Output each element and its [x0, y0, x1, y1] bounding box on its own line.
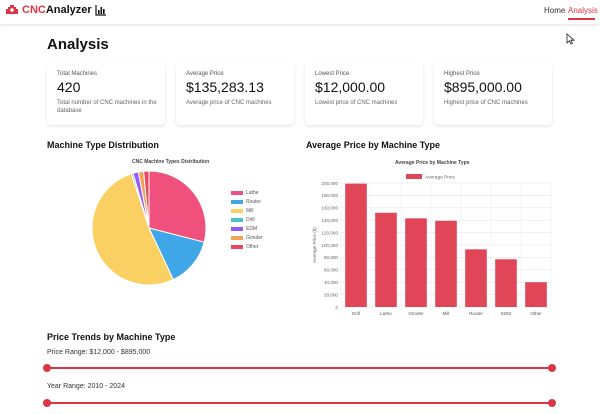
- legend-swatch: [406, 174, 422, 179]
- price-range-label: Price Range: $12,000 - $895,000: [47, 349, 151, 356]
- y-tick-label: 20,000: [324, 292, 338, 297]
- y-tick-label: 80,000: [324, 255, 338, 260]
- stat-description: Lowest price of CNC machines: [315, 100, 398, 106]
- bar-grinder[interactable]: [405, 218, 427, 307]
- x-tick-label: Lathe: [380, 311, 392, 316]
- legend-label: Router: [246, 199, 262, 205]
- stat-description: Average price of CNC machines: [186, 100, 272, 106]
- cnc-logo-icon: [6, 5, 18, 14]
- active-nav-indicator: [568, 18, 595, 20]
- legend-item-router[interactable]: Router: [231, 199, 261, 205]
- mouse-cursor-icon: [566, 33, 575, 45]
- y-axis-label: Average Price ($): [312, 227, 317, 263]
- year-range-label: Year Range: 2010 - 2024: [47, 383, 125, 390]
- year-range-min-handle[interactable]: [43, 399, 51, 407]
- y-tick-label: 180,000: [321, 193, 338, 198]
- section-title-price-trends: Price Trends by Machine Type: [47, 332, 176, 342]
- page-title: Analysis: [47, 36, 109, 53]
- bar-router[interactable]: [465, 249, 487, 307]
- legend-item-mill[interactable]: Mill: [231, 208, 254, 214]
- y-tick-label: 0: [335, 305, 338, 310]
- legend-swatch: [231, 236, 243, 240]
- stat-value: $895,000.00: [444, 79, 522, 95]
- legend-label: Grinder: [246, 235, 263, 241]
- legend-label: Average Price: [425, 175, 455, 181]
- bar-chart-icon: [95, 4, 106, 16]
- legend-label: Other: [246, 244, 259, 250]
- legend-swatch: [231, 191, 243, 195]
- brand[interactable]: CNCAnalyzer: [5, 4, 107, 16]
- legend-label: Mill: [246, 208, 254, 214]
- stat-value: $12,000.00: [315, 79, 386, 95]
- legend-label: Lathe: [246, 190, 259, 196]
- section-title-average-price: Average Price by Machine Type: [306, 140, 441, 150]
- stat-label: Average Price: [186, 71, 224, 77]
- legend-swatch: [231, 209, 243, 213]
- navbar: CNCAnalyzer Home Analysis: [0, 0, 600, 24]
- x-tick-label: Router: [469, 311, 483, 316]
- y-tick-label: 140,000: [321, 218, 338, 223]
- legend-item-grinder[interactable]: Grinder: [231, 235, 263, 241]
- price-range-min-handle[interactable]: [43, 364, 51, 372]
- stat-description: Highest price of CNC machines: [444, 100, 528, 106]
- bar-drill[interactable]: [345, 183, 367, 307]
- bar-chart[interactable]: 0 20,000 40,000 60,000 80,000 100,000 120,000 1…: [306, 166, 556, 322]
- y-tick-label: 200,000: [321, 181, 338, 186]
- bar-other[interactable]: [525, 282, 547, 307]
- price-range-max-handle[interactable]: [548, 364, 556, 372]
- legend-label: Drill: [246, 217, 255, 223]
- section-title-type-distribution: Machine Type Distribution: [47, 140, 159, 150]
- year-range-slider[interactable]: [47, 402, 552, 404]
- x-tick-label: Grinder: [408, 311, 424, 316]
- x-tick-label: Mill: [443, 311, 450, 316]
- x-tick-label: Drill: [352, 311, 360, 316]
- stat-card-highest-price: Highest Price $895,000.00 Highest price …: [434, 63, 552, 125]
- stat-description: Total number of CNC machines in the data…: [57, 100, 157, 114]
- x-tick-label: EDM: [501, 311, 511, 316]
- x-tick-label: Other: [530, 311, 542, 316]
- brand-name: CNCAnalyzer: [22, 4, 92, 16]
- legend-swatch: [231, 245, 243, 249]
- legend-swatch: [231, 200, 243, 204]
- stat-card-average-price: Average Price $135,283.13 Average price …: [176, 63, 294, 125]
- stat-value: 420: [57, 79, 81, 95]
- y-tick-label: 60,000: [324, 268, 338, 273]
- bar-mill[interactable]: [435, 220, 457, 307]
- stat-label: Lowest Price: [315, 71, 350, 77]
- nav-link-home[interactable]: Home: [544, 6, 565, 15]
- pie-chart-title: CNC Machine Types Distribution: [132, 159, 210, 165]
- price-range-slider[interactable]: [47, 367, 552, 369]
- legend-item-lathe[interactable]: Lathe: [231, 190, 259, 196]
- legend-item-drill[interactable]: Drill: [231, 217, 255, 223]
- y-tick-label: 120,000: [321, 230, 338, 235]
- legend-item-other[interactable]: Other: [231, 244, 259, 250]
- year-range-max-handle[interactable]: [548, 399, 556, 407]
- stat-label: Highest Price: [444, 71, 480, 77]
- y-tick-label: 160,000: [321, 206, 338, 211]
- y-tick-label: 40,000: [324, 280, 338, 285]
- pie-chart[interactable]: [90, 168, 210, 288]
- bar-lathe[interactable]: [375, 212, 397, 307]
- stat-card-lowest-price: Lowest Price $12,000.00 Lowest price of …: [305, 63, 423, 125]
- legend-item-edm[interactable]: EDM: [231, 226, 257, 232]
- stat-value: $135,283.13: [186, 79, 264, 95]
- nav-link-analysis[interactable]: Analysis: [568, 6, 598, 15]
- stat-card-total-machines: Total Machines 420 Total number of CNC m…: [47, 63, 165, 125]
- y-tick-label: 100,000: [321, 243, 338, 248]
- legend-swatch: [231, 227, 243, 231]
- legend-label: EDM: [246, 226, 258, 232]
- legend-swatch: [231, 218, 243, 222]
- stat-label: Total Machines: [57, 71, 98, 77]
- bar-edm[interactable]: [495, 259, 517, 307]
